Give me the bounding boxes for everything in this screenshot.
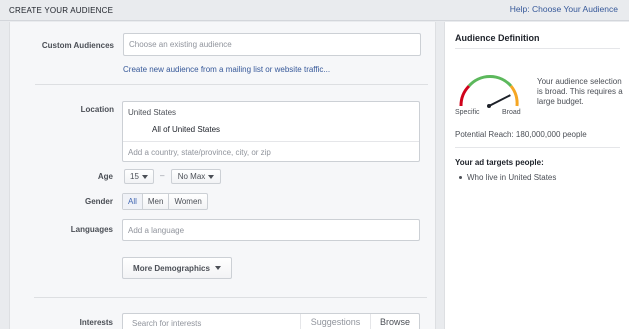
chevron-down-icon (214, 266, 221, 270)
gauge-specific-label: Specific (455, 109, 480, 116)
bullet-icon (459, 176, 462, 179)
custom-audiences-placeholder: Choose an existing audience (129, 40, 232, 49)
chevron-down-icon (141, 174, 148, 179)
age-label: Age (97, 172, 113, 181)
audience-gauge: Specific Broad (455, 72, 523, 120)
age-max-select[interactable]: No Max (171, 169, 221, 184)
gender-toggle: All Men Women (122, 193, 208, 210)
create-audience-link[interactable]: Create new audience from a mailing list … (123, 65, 330, 74)
page-title: CREATE YOUR AUDIENCE (9, 6, 114, 15)
gauge-broad-label: Broad (502, 109, 521, 116)
audience-definition-title: Audience Definition (455, 33, 540, 43)
age-min-value: 15 (130, 172, 139, 181)
target-item-label: Who live in United States (467, 173, 557, 182)
age-max-value: No Max (177, 172, 206, 181)
suggestions-button[interactable]: Suggestions (300, 314, 370, 329)
custom-audiences-input[interactable]: Choose an existing audience (123, 33, 421, 56)
location-label: Location (80, 105, 114, 114)
interests-label: Interests (79, 318, 113, 327)
audience-definition-panel: Audience Definition Specific Broad Your … (444, 22, 629, 329)
section-divider-1 (35, 84, 428, 85)
languages-input[interactable]: Add a language (122, 219, 420, 241)
sidebar-divider-2 (455, 147, 620, 148)
custom-audiences-label: Custom Audiences (41, 41, 114, 50)
section-divider-2 (34, 297, 427, 298)
gender-option-men[interactable]: Men (141, 194, 169, 209)
location-selected[interactable]: All of United States (152, 125, 220, 134)
location-box: United States All of United States Add a… (122, 101, 420, 162)
gender-option-women[interactable]: Women (168, 194, 206, 209)
sidebar-divider-1 (455, 48, 620, 49)
gender-option-all[interactable]: All (123, 194, 142, 209)
location-input[interactable]: Add a country, state/province, city, or … (128, 148, 271, 157)
header-divider (0, 20, 629, 21)
age-min-select[interactable]: 15 (124, 169, 154, 184)
browse-button[interactable]: Browse (370, 314, 419, 329)
languages-label: Languages (70, 225, 113, 234)
age-separator: – (160, 171, 165, 180)
location-divider (123, 141, 419, 142)
location-country: United States (128, 108, 177, 117)
audience-description: Your audience selection is broad. This r… (537, 77, 623, 106)
header-bar: CREATE YOUR AUDIENCE Help: Choose Your A… (0, 0, 629, 22)
target-item: Who live in United States (459, 173, 556, 182)
targets-heading: Your ad targets people: (455, 158, 544, 167)
more-demographics-label: More Demographics (133, 263, 210, 273)
more-demographics-button[interactable]: More Demographics (122, 257, 232, 279)
languages-placeholder: Add a language (128, 225, 185, 235)
interests-placeholder: Search for interests (132, 319, 202, 328)
gender-label: Gender (84, 197, 113, 206)
help-link[interactable]: Help: Choose Your Audience (510, 4, 618, 14)
gauge-icon (459, 75, 519, 108)
chevron-down-icon (208, 174, 215, 179)
potential-reach: Potential Reach: 180,000,000 people (455, 130, 587, 139)
interests-input[interactable]: Search for interests Suggestions Browse (122, 313, 420, 329)
